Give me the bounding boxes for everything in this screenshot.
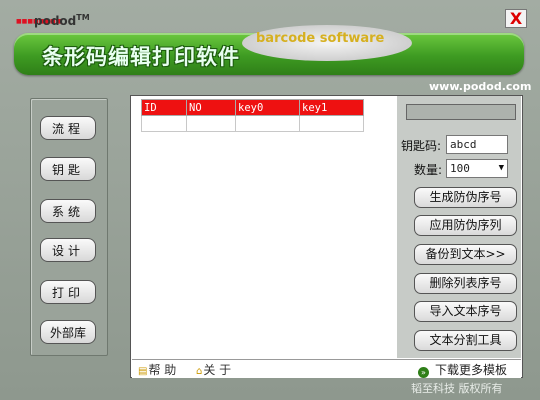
nav-button-key[interactable]: 钥匙	[40, 157, 96, 181]
quantity-select[interactable]: 100 ▼	[446, 159, 508, 178]
table-cell[interactable]	[186, 115, 236, 132]
table-cell[interactable]	[299, 115, 364, 132]
progress-bar	[406, 104, 516, 120]
help-label[interactable]: 帮 助	[148, 363, 176, 377]
nav-button-design[interactable]: 设计	[40, 238, 96, 262]
app-window: ■■■■■■■■ pododTM X 条形码编辑打印软件 www.podod.c…	[0, 0, 540, 400]
key-code-input[interactable]: abcd	[446, 135, 508, 154]
nav-button-print[interactable]: 打印	[40, 280, 96, 304]
about-label[interactable]: 关 于	[203, 363, 231, 377]
help-icon: ▤	[138, 366, 148, 377]
control-panel: 钥匙码: abcd 数量: 100 ▼ 生成防伪序号 应用防伪序列 备份到文本>>…	[397, 96, 521, 358]
brand-trademark: TM	[76, 13, 90, 22]
apply-serial-button[interactable]: 应用防伪序列	[414, 215, 517, 236]
backup-to-text-button[interactable]: 备份到文本>>	[414, 244, 517, 265]
column-header-key1[interactable]: key1	[299, 99, 364, 116]
home-icon: ⌂	[196, 366, 203, 377]
app-title: 条形码编辑打印软件	[42, 45, 240, 69]
website-url: www.podod.com	[429, 80, 532, 93]
table-cell[interactable]	[141, 115, 187, 132]
brand-text: podod	[34, 14, 77, 28]
text-split-tool-button[interactable]: 文本分割工具	[414, 330, 517, 351]
nav-button-external-library[interactable]: 外部库	[40, 320, 96, 344]
nav-button-system[interactable]: 系统	[40, 199, 96, 223]
key-code-label: 钥匙码:	[401, 139, 442, 153]
bottom-bar: ▤帮 助 ⌂关 于 » 下载更多模板	[132, 359, 521, 378]
generate-serial-button[interactable]: 生成防伪序号	[414, 187, 517, 208]
header: ■■■■■■■■ pododTM X 条形码编辑打印软件 www.podod.c…	[0, 0, 540, 93]
import-text-serial-button[interactable]: 导入文本序号	[414, 301, 517, 322]
copyright-text: 韬至科技 版权所有	[411, 382, 503, 395]
column-header-key0[interactable]: key0	[235, 99, 300, 116]
nav-button-process[interactable]: 流程	[40, 116, 96, 140]
download-templates-link[interactable]: » 下载更多模板	[418, 361, 507, 378]
table-row[interactable]	[141, 115, 364, 132]
quantity-label: 数量:	[414, 163, 443, 177]
close-button[interactable]: X	[505, 9, 527, 28]
app-subtitle: barcode software	[256, 31, 385, 46]
column-header-no[interactable]: NO	[186, 99, 236, 116]
left-nav: 流程 钥匙 系统 设计 打印 外部库	[30, 98, 108, 356]
table-header-row: ID NO key0 key1	[141, 99, 364, 116]
column-header-id[interactable]: ID	[141, 99, 187, 116]
delete-list-serial-button[interactable]: 删除列表序号	[414, 273, 517, 294]
close-icon[interactable]: X	[510, 9, 522, 28]
download-label[interactable]: 下载更多模板	[435, 363, 507, 377]
brand-name: pododTM	[34, 13, 90, 28]
chevron-down-icon[interactable]: ▼	[499, 163, 504, 173]
quantity-value[interactable]: 100	[450, 162, 470, 175]
about-link[interactable]: ⌂关 于	[196, 361, 231, 378]
help-link[interactable]: ▤帮 助	[138, 361, 176, 378]
table-cell[interactable]	[235, 115, 300, 132]
serial-table[interactable]: ID NO key0 key1	[141, 99, 364, 132]
forward-icon: »	[418, 367, 429, 378]
